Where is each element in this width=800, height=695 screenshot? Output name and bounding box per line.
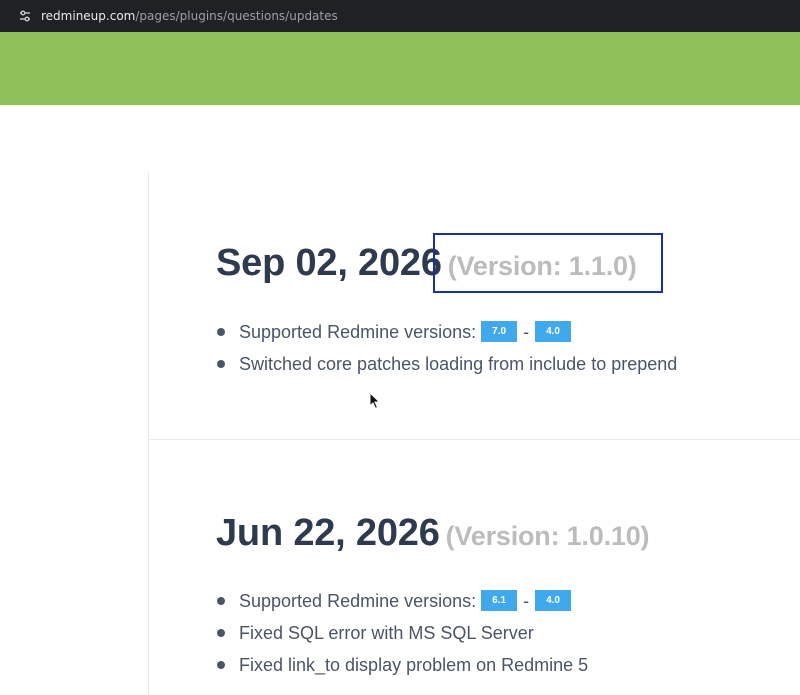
version-badge-from[interactable]: 6.1 <box>481 590 518 612</box>
site-settings-icon[interactable] <box>18 9 32 23</box>
update-date: Sep 02, 2026 <box>216 242 442 284</box>
url-path: /pages/plugins/questions/updates <box>135 9 338 23</box>
update-entry: Sep 02, 2026 (Version: 1.1.0) Supported R… <box>149 172 800 440</box>
update-date: Jun 22, 2026 <box>216 512 440 554</box>
bullet-icon <box>217 661 225 669</box>
url-host: redmineup.com <box>41 9 136 23</box>
change-text: Switched core patches loading from inclu… <box>239 354 678 374</box>
mouse-pointer-icon <box>369 392 381 410</box>
version-separator: - <box>523 591 530 611</box>
supported-versions-label: Supported Redmine versions: <box>239 322 477 342</box>
supported-versions-label: Supported Redmine versions: <box>239 591 477 611</box>
version-badge-from[interactable]: 7.0 <box>481 321 518 343</box>
browser-address-bar[interactable]: redmineup.com/pages/plugins/questions/up… <box>0 0 800 32</box>
update-version: (Version: 1.0.10) <box>445 521 650 551</box>
bullet-icon <box>217 597 225 605</box>
updates-list: Sep 02, 2026 (Version: 1.1.0) Supported R… <box>148 172 800 695</box>
url-text[interactable]: redmineup.com/pages/plugins/questions/up… <box>41 9 338 23</box>
bullet-icon <box>217 328 225 336</box>
site-header-banner <box>0 32 800 105</box>
change-list: Supported Redmine versions: 6.1-4.0 Fixe… <box>217 585 588 681</box>
list-item: Fixed link_to display problem on Redmine… <box>217 649 588 681</box>
bullet-icon <box>217 629 225 637</box>
update-entry: Jun 22, 2026 (Version: 1.0.10) Supported … <box>149 440 800 695</box>
list-item: Switched core patches loading from inclu… <box>217 348 677 380</box>
list-item: Supported Redmine versions: 6.1-4.0 <box>217 585 588 617</box>
version-highlight-box <box>433 233 663 293</box>
change-text: Fixed link_to display problem on Redmine… <box>239 655 589 675</box>
version-separator: - <box>523 322 530 342</box>
update-title: Jun 22, 2026 (Version: 1.0.10) <box>216 512 650 555</box>
bullet-icon <box>217 360 225 368</box>
version-badge-to[interactable]: 4.0 <box>535 321 571 343</box>
list-item: Supported Redmine versions: 7.0-4.0 <box>217 316 677 348</box>
change-list: Supported Redmine versions: 7.0-4.0 Swit… <box>217 316 677 380</box>
version-badge-to[interactable]: 4.0 <box>535 590 571 612</box>
change-text: Fixed SQL error with MS SQL Server <box>239 623 534 643</box>
list-item: Fixed SQL error with MS SQL Server <box>217 617 588 649</box>
